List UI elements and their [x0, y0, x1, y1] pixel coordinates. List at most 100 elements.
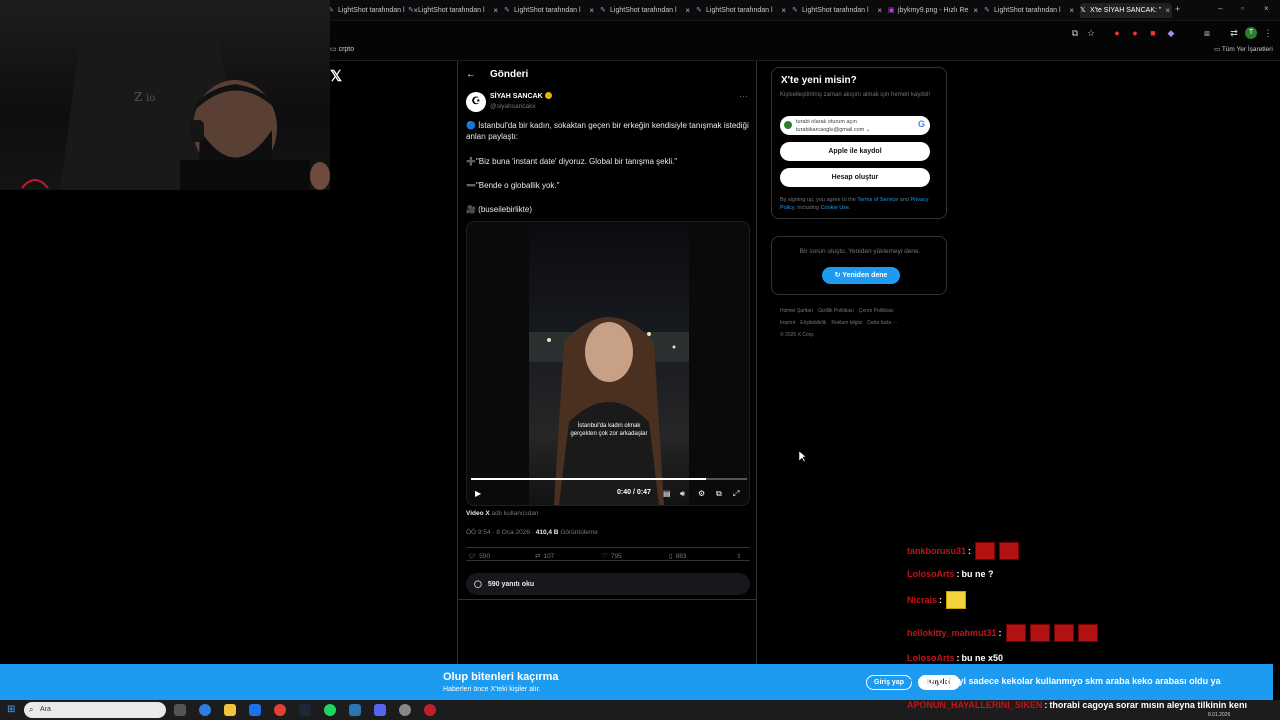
browser-tab[interactable]: ✎ LightShot tarafından l ×	[600, 3, 692, 18]
x-icon: 𝕏	[1080, 7, 1086, 14]
star-icon[interactable]: ☆	[1085, 27, 1097, 39]
taskbar-search[interactable]: ⌕ Ara	[24, 702, 166, 718]
terms-link[interactable]: Terms of Service	[857, 197, 898, 203]
discord-icon[interactable]	[374, 704, 386, 716]
footer-link[interactable]: Reklam bilgisi	[831, 320, 862, 326]
file-explorer-icon[interactable]	[224, 704, 236, 716]
video-player[interactable]: İstanbul'da kadın olmak gerçekten çok zo…	[466, 221, 750, 506]
new-tab-icon[interactable]: +	[1175, 4, 1180, 14]
chat-emote-icon	[975, 542, 996, 560]
install-icon[interactable]: ⧉	[1069, 27, 1081, 39]
browser-tab[interactable]: ✎ LightShot tarafından l ×	[696, 3, 788, 18]
cookie-link[interactable]: Cookie Use.	[821, 205, 851, 211]
apple-signup-button[interactable]: Apple ile kaydol	[780, 142, 930, 161]
close-tab-icon[interactable]: ×	[781, 6, 786, 15]
create-account-button[interactable]: Hesap oluştur	[780, 168, 930, 187]
extensions-puzzle-icon[interactable]: ⧈	[1201, 27, 1213, 39]
close-tab-icon[interactable]: ×	[973, 6, 978, 15]
heart-icon: ♡	[602, 553, 608, 560]
video-progress-bar[interactable]	[471, 478, 747, 480]
footer-link[interactable]: © 2026 X Corp.	[780, 332, 815, 338]
login-button[interactable]: Giriş yap	[866, 675, 912, 690]
folder-icon: ▭	[1214, 46, 1222, 53]
chat-emote-icon	[1053, 624, 1074, 642]
share-button[interactable]: ⇪	[736, 552, 741, 560]
read-replies-button[interactable]: ◯ 590 yanıtı oku	[466, 573, 750, 595]
footer-link[interactable]: İmprint	[780, 320, 795, 326]
lightshot-icon: ✎	[408, 7, 414, 14]
tab-search-icon[interactable]: ⇄	[1228, 27, 1240, 39]
browser-tab[interactable]: ✎ LightShot tarafından l ×	[328, 3, 420, 18]
browser-tab[interactable]: ✎ LightShot tarafından l ×	[408, 3, 500, 18]
close-tab-icon[interactable]: ×	[685, 6, 690, 15]
tab-label: jbykmy9.png - Hızlı Re	[898, 7, 969, 14]
close-tab-icon[interactable]: ×	[877, 6, 882, 15]
close-tab-icon[interactable]: ×	[493, 6, 498, 15]
mail-icon[interactable]	[249, 704, 261, 716]
browser-tab[interactable]: ✎ LightShot tarafından l ×	[984, 3, 1076, 18]
chat-separator: :	[939, 595, 943, 605]
copilot-icon[interactable]	[199, 704, 211, 716]
video-source-link[interactable]: Video X	[466, 510, 490, 517]
footer-link[interactable]: Erişilebilirlik	[800, 320, 826, 326]
like-button[interactable]: ♡ 795	[602, 552, 622, 561]
bookmark-button[interactable]: ▯ 883	[669, 552, 686, 561]
extension-icon[interactable]: ■	[1147, 27, 1159, 39]
picture-in-picture-icon[interactable]: ⧉	[716, 489, 722, 499]
settings-gear-icon[interactable]: ⚙	[698, 489, 705, 498]
browser-tab[interactable]: ✎ LightShot tarafından l ×	[792, 3, 884, 18]
retry-button[interactable]: ↻ Yeniden dene	[822, 267, 900, 284]
close-tab-icon[interactable]: ×	[1165, 6, 1170, 15]
menu-dots-icon[interactable]: ⋮	[1262, 27, 1274, 39]
author-handle[interactable]: @siyahsancakx	[490, 103, 536, 110]
footer-link[interactable]: Daha fazla ···	[867, 320, 897, 326]
chat-emote-icon	[1077, 624, 1098, 642]
steam-icon[interactable]	[299, 704, 311, 716]
svg-text:Z: Z	[134, 90, 142, 104]
post-timestamp[interactable]: ÖÖ 9:54 · 8 Oca 2026 ·	[466, 529, 536, 536]
profile-avatar[interactable]: T	[1245, 27, 1257, 39]
footer-link[interactable]: Gizlilik Politikası	[818, 308, 854, 314]
close-tab-icon[interactable]: ×	[1069, 6, 1074, 15]
google-signin-button[interactable]: turabi olarak oturum açın turabikarcaogl…	[780, 116, 930, 135]
extension-icon[interactable]: ●	[1111, 27, 1123, 39]
windows-start-icon[interactable]: ⊞	[7, 704, 15, 715]
footer-link[interactable]: Çerez Politikası	[859, 308, 894, 314]
repost-button[interactable]: ⇄ 107	[535, 552, 554, 561]
fullscreen-icon[interactable]: ⤢	[733, 489, 739, 499]
captions-icon[interactable]: ▤	[663, 489, 671, 498]
x-login-banner: Olup bitenleri kaçırma Haberleri önce X'…	[0, 664, 1273, 700]
chat-emote-icon	[1005, 624, 1026, 642]
author-name[interactable]: SİYAH SANCAK	[490, 92, 552, 100]
signup-button[interactable]: Kaydol	[918, 675, 960, 690]
tab-label: LightShot tarafından l	[610, 7, 677, 14]
obs-icon[interactable]	[424, 704, 436, 716]
chrome-icon[interactable]	[274, 704, 286, 716]
close-window-icon[interactable]: ×	[1264, 4, 1269, 13]
close-tab-icon[interactable]: ×	[589, 6, 594, 15]
settings-icon[interactable]	[399, 704, 411, 716]
steam-icon[interactable]	[349, 704, 361, 716]
spotify-icon[interactable]	[324, 704, 336, 716]
chat-username: LolosoArts	[907, 569, 955, 579]
back-arrow-icon[interactable]: ←	[466, 69, 476, 80]
browser-tab[interactable]: ✎ LightShot tarafından l ×	[504, 3, 596, 18]
footer-link[interactable]: Hizmet Şartları	[780, 308, 813, 314]
more-options-icon[interactable]: ···	[739, 91, 748, 101]
x-logo-icon[interactable]: 𝕏	[330, 67, 342, 85]
play-icon[interactable]: ▶	[475, 489, 481, 498]
reply-button[interactable]: 💬︎ 590	[468, 552, 490, 561]
all-bookmarks[interactable]: ▭ Tüm Yer İşaretleri	[1214, 45, 1273, 53]
author-avatar[interactable]: ☪	[466, 92, 486, 112]
extension-icon[interactable]: ◆	[1165, 27, 1177, 39]
bookmark-crpto[interactable]: ▭ crpto	[330, 45, 354, 53]
browser-tab[interactable]: 𝕏 X'te SİYAH SANCAK: " ×	[1080, 3, 1172, 18]
volume-icon[interactable]: 🔊︎	[680, 489, 685, 499]
maximize-icon[interactable]: ▫	[1241, 4, 1244, 13]
browser-tab[interactable]: ▣ jbykmy9.png - Hızlı Re ×	[888, 3, 980, 18]
search-icon: ⌕	[29, 705, 34, 714]
extension-icon[interactable]: ●	[1129, 27, 1141, 39]
task-view-icon[interactable]	[174, 704, 186, 716]
chat-message: tankborusu31:	[907, 542, 1020, 560]
minimize-icon[interactable]: –	[1218, 4, 1222, 13]
